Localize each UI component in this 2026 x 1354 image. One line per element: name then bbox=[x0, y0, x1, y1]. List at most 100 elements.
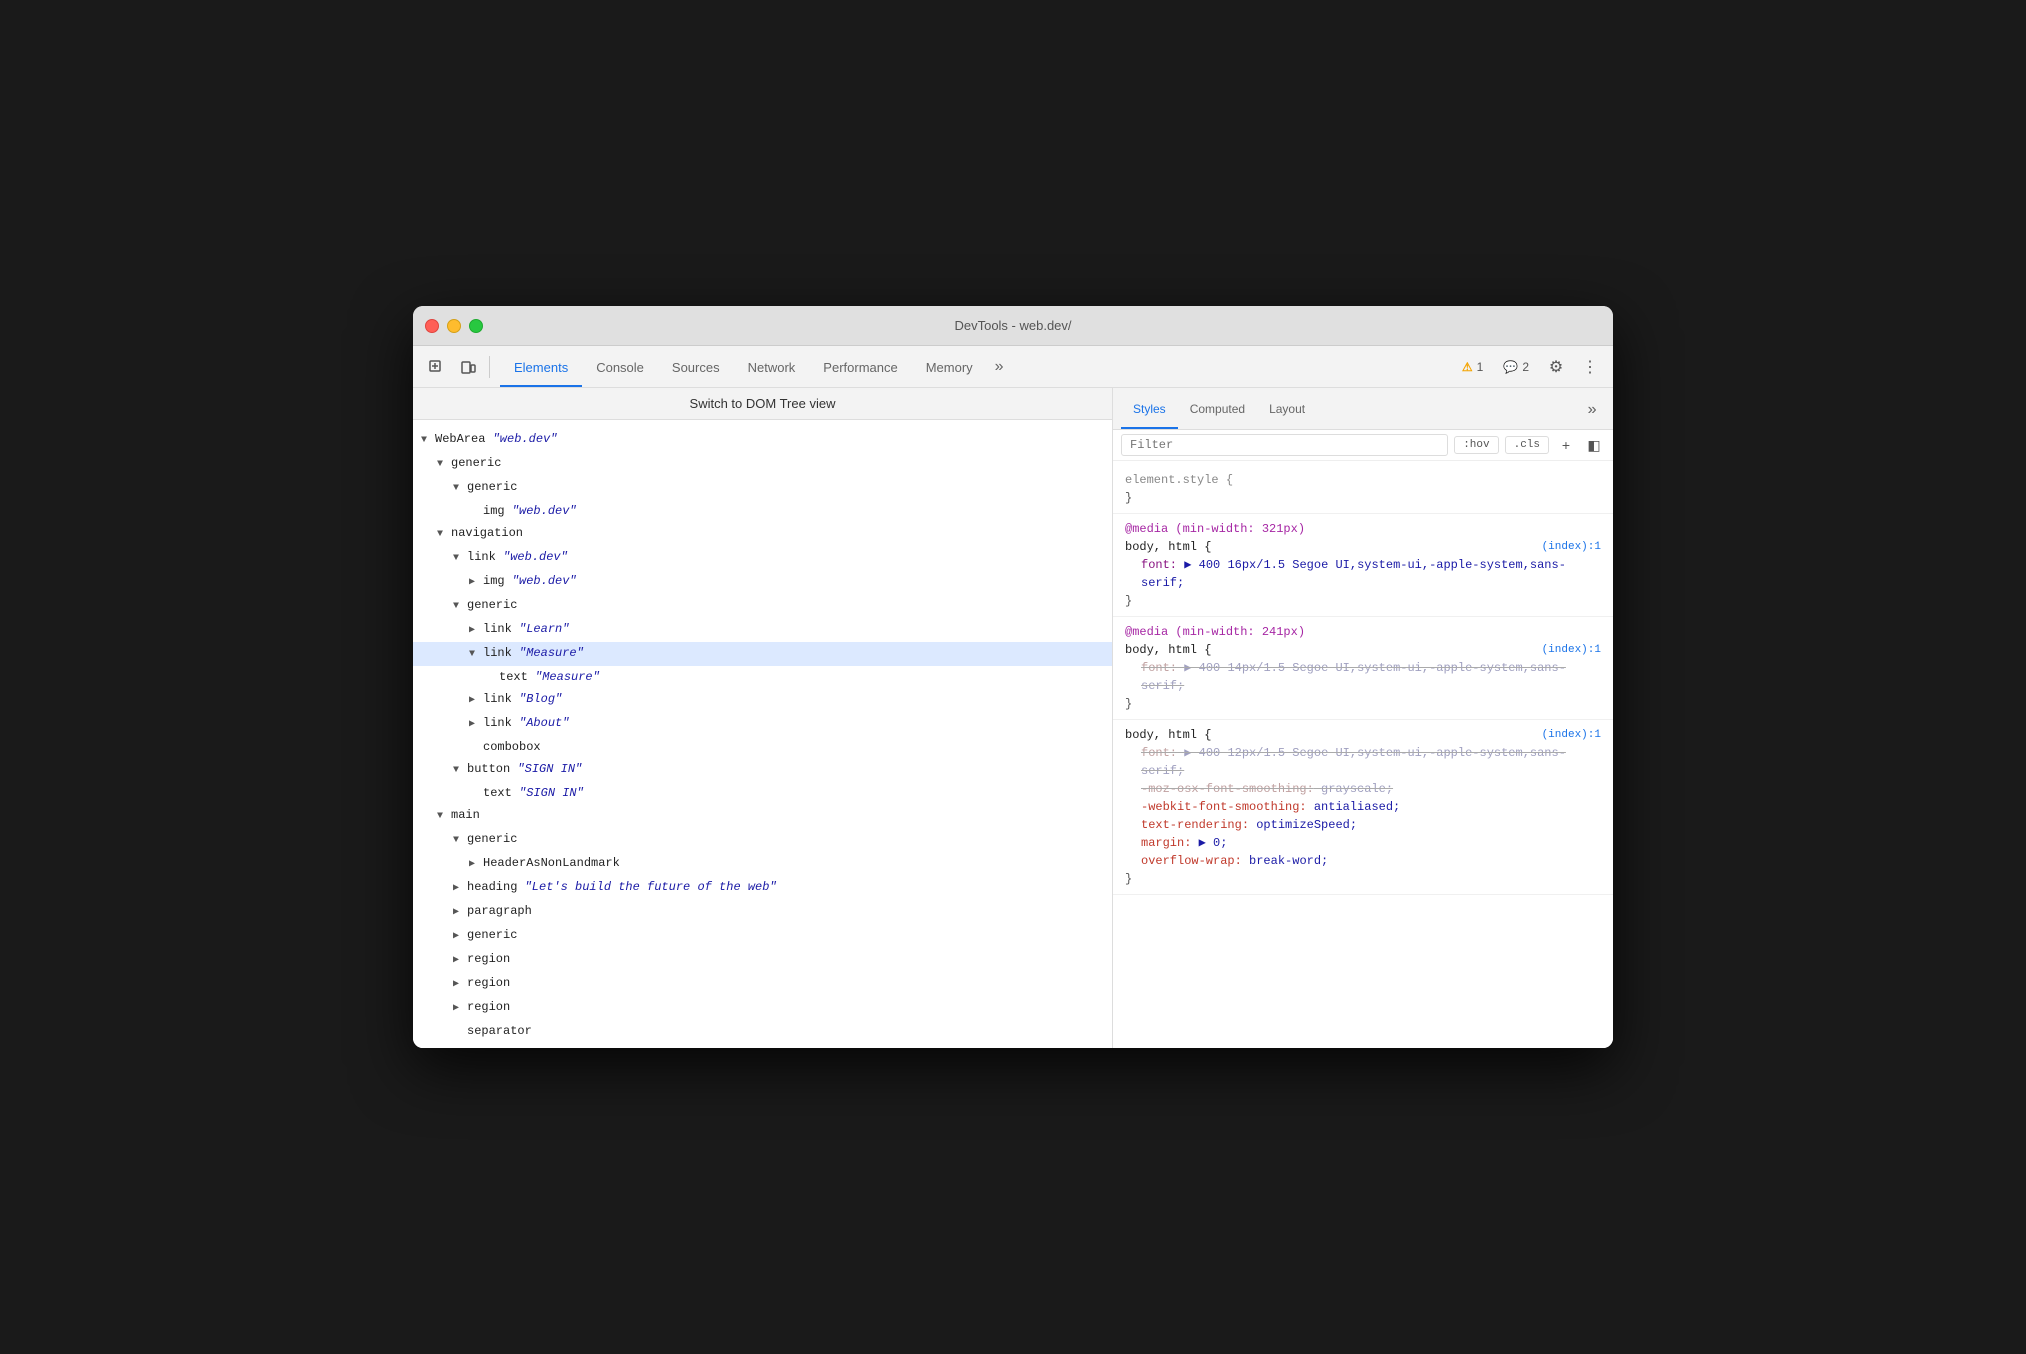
dom-tree-node[interactable]: region bbox=[413, 948, 1112, 972]
dom-tree-node[interactable]: img "web.dev" bbox=[413, 570, 1112, 594]
dom-tree-node[interactable]: generic bbox=[413, 594, 1112, 618]
dom-tree-node[interactable]: text "SIGN IN" bbox=[413, 782, 1112, 804]
dom-tree-node[interactable]: link "web.dev" bbox=[413, 546, 1112, 570]
dom-tree-node[interactable]: WebArea "web.dev" bbox=[413, 428, 1112, 452]
node-tag: generic bbox=[451, 456, 501, 470]
dom-tree-node[interactable]: navigation bbox=[413, 522, 1112, 546]
dom-tree-node[interactable]: separator bbox=[413, 1020, 1112, 1042]
tab-memory[interactable]: Memory bbox=[912, 349, 987, 387]
close-button[interactable] bbox=[425, 319, 439, 333]
expand-arrow[interactable] bbox=[453, 480, 467, 498]
expand-arrow[interactable] bbox=[469, 574, 483, 592]
tab-more[interactable]: » bbox=[987, 349, 1012, 387]
node-tag: main bbox=[451, 808, 480, 822]
dom-tree-node[interactable]: combobox bbox=[413, 736, 1112, 758]
dom-tree-node[interactable]: generic bbox=[413, 476, 1112, 500]
expand-arrow[interactable] bbox=[437, 526, 451, 544]
devtools-toolbar: Elements Console Sources Network Perform… bbox=[413, 346, 1613, 388]
expand-arrow[interactable] bbox=[453, 832, 467, 850]
inspect-element-button[interactable] bbox=[421, 352, 451, 382]
tab-console[interactable]: Console bbox=[582, 349, 658, 387]
node-tag: generic bbox=[467, 598, 517, 612]
styles-filter-input[interactable] bbox=[1121, 434, 1448, 456]
dom-tree-node[interactable]: img "web.dev" bbox=[413, 500, 1112, 522]
node-tag: navigation bbox=[451, 526, 523, 540]
window-title: DevTools - web.dev/ bbox=[954, 318, 1071, 333]
maximize-button[interactable] bbox=[469, 319, 483, 333]
expand-arrow[interactable] bbox=[469, 692, 483, 710]
dom-tree-node[interactable]: generic bbox=[413, 924, 1112, 948]
dom-tree-node[interactable]: main bbox=[413, 804, 1112, 828]
style-property-value: optimizeSpeed; bbox=[1256, 818, 1357, 832]
expand-arrow[interactable] bbox=[453, 976, 467, 994]
dom-tree-node[interactable]: text "Measure" bbox=[413, 666, 1112, 688]
tab-more-styles[interactable]: » bbox=[1579, 391, 1605, 429]
dom-tree-node[interactable]: link "Measure" bbox=[413, 642, 1112, 666]
toggle-sidebar-button[interactable]: ◧ bbox=[1583, 434, 1605, 456]
minimize-button[interactable] bbox=[447, 319, 461, 333]
tab-layout[interactable]: Layout bbox=[1257, 391, 1317, 429]
tab-performance[interactable]: Performance bbox=[809, 349, 911, 387]
style-source[interactable]: (index):1 bbox=[1542, 538, 1601, 556]
expand-arrow[interactable] bbox=[453, 762, 467, 780]
style-source[interactable]: (index):1 bbox=[1542, 641, 1601, 659]
style-property-row: font: ▶ 400 14px/1.5 Segoe UI,system-ui,… bbox=[1125, 659, 1601, 695]
message-count: 2 bbox=[1522, 360, 1529, 374]
node-value: "About" bbox=[519, 716, 569, 730]
tab-styles[interactable]: Styles bbox=[1121, 391, 1178, 429]
expand-arrow[interactable] bbox=[453, 598, 467, 616]
style-selector: body, html { bbox=[1125, 540, 1211, 554]
dom-tree-node[interactable]: region bbox=[413, 996, 1112, 1020]
dom-tree-node[interactable]: generic bbox=[413, 828, 1112, 852]
styles-content: element.style {}@media (min-width: 321px… bbox=[1113, 461, 1613, 1048]
dom-tree-node[interactable]: generic bbox=[413, 452, 1112, 476]
node-value: "Measure" bbox=[535, 670, 600, 684]
node-value: "Blog" bbox=[519, 692, 562, 706]
expand-arrow[interactable] bbox=[453, 880, 467, 898]
warnings-button[interactable]: ⚠ 1 bbox=[1454, 356, 1491, 378]
node-value: "web.dev" bbox=[512, 574, 577, 588]
tab-sources[interactable]: Sources bbox=[658, 349, 734, 387]
dom-tree-node[interactable]: button "SIGN IN" bbox=[413, 758, 1112, 782]
expand-arrow[interactable] bbox=[453, 928, 467, 946]
expand-arrow[interactable] bbox=[437, 456, 451, 474]
messages-button[interactable]: 💬 2 bbox=[1495, 356, 1537, 378]
expand-arrow[interactable] bbox=[421, 432, 435, 450]
expand-arrow[interactable] bbox=[453, 1000, 467, 1018]
hov-button[interactable]: :hov bbox=[1454, 436, 1498, 454]
expand-arrow[interactable] bbox=[453, 550, 467, 568]
expand-arrow[interactable] bbox=[469, 716, 483, 734]
node-tag: link bbox=[467, 550, 503, 564]
node-tag: img bbox=[483, 504, 512, 518]
node-tag: button bbox=[467, 762, 517, 776]
dom-tree-node[interactable]: link "Learn" bbox=[413, 618, 1112, 642]
toolbar-right: ⚠ 1 💬 2 ⚙ ⋮ bbox=[1454, 352, 1605, 382]
dom-tree-node[interactable]: paragraph bbox=[413, 900, 1112, 924]
style-property-name: -webkit-font-smoothing: bbox=[1141, 800, 1307, 814]
expand-arrow[interactable] bbox=[469, 622, 483, 640]
style-source[interactable]: (index):1 bbox=[1542, 726, 1601, 744]
dom-tree-node[interactable]: heading "Let's build the future of the w… bbox=[413, 876, 1112, 900]
device-toolbar-button[interactable] bbox=[453, 352, 483, 382]
expand-arrow[interactable] bbox=[453, 952, 467, 970]
dom-tree-node[interactable]: region bbox=[413, 972, 1112, 996]
tab-elements[interactable]: Elements bbox=[500, 349, 582, 387]
settings-button[interactable]: ⚙ bbox=[1541, 352, 1571, 382]
tab-computed[interactable]: Computed bbox=[1178, 391, 1257, 429]
add-style-button[interactable]: + bbox=[1555, 434, 1577, 456]
dom-content: WebArea "web.dev" generic generic img "web… bbox=[413, 420, 1112, 1048]
expand-arrow[interactable] bbox=[469, 646, 483, 664]
expand-arrow[interactable] bbox=[437, 808, 451, 826]
expand-arrow[interactable] bbox=[469, 856, 483, 874]
expand-arrow[interactable] bbox=[453, 904, 467, 922]
dom-tree-node[interactable]: link "Blog" bbox=[413, 688, 1112, 712]
more-options-button[interactable]: ⋮ bbox=[1575, 352, 1605, 382]
cls-button[interactable]: .cls bbox=[1505, 436, 1549, 454]
media-query: @media (min-width: 241px) bbox=[1125, 623, 1601, 641]
dom-toolbar-switch[interactable]: Switch to DOM Tree view bbox=[413, 388, 1112, 420]
style-property-value: break-word; bbox=[1249, 854, 1328, 868]
tab-network[interactable]: Network bbox=[734, 349, 810, 387]
style-property-name: overflow-wrap: bbox=[1141, 854, 1242, 868]
dom-tree-node[interactable]: HeaderAsNonLandmark bbox=[413, 852, 1112, 876]
dom-tree-node[interactable]: link "About" bbox=[413, 712, 1112, 736]
